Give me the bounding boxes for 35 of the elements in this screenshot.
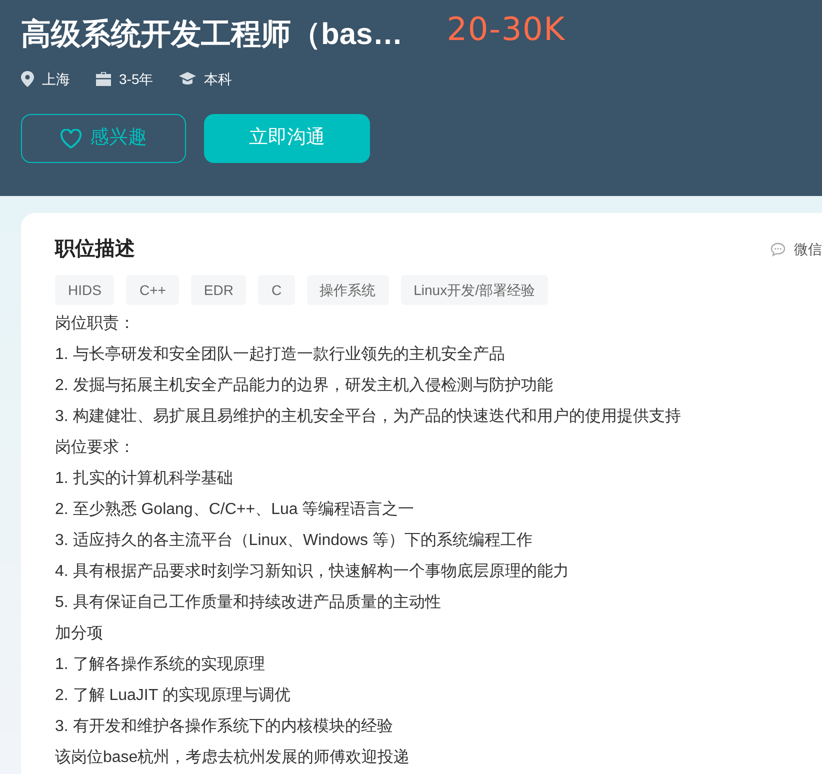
- description-line: 2. 至少熟悉 Golang、C/C++、Lua 等编程语言之一: [55, 500, 414, 520]
- description-line: 3. 有开发和维护各操作系统下的内核模块的经验: [55, 716, 393, 737]
- description-line: 1. 了解各操作系统的实现原理: [55, 654, 265, 675]
- interest-button[interactable]: 感兴趣: [21, 114, 186, 163]
- skill-tag: HIDS: [55, 275, 114, 305]
- description-line: 3. 适应持久的各主流平台（Linux、Windows 等）下的系统编程工作: [55, 530, 532, 551]
- description-line: 5. 具有保证自己工作质量和持续改进产品质量的主动性: [55, 592, 441, 613]
- description-line: 岗位职责：: [55, 314, 135, 334]
- skill-tag: 操作系统: [306, 275, 389, 305]
- job-meta-text: 上海: [42, 70, 70, 88]
- description-line: 1. 与长亭研发和安全团队一起打造一款行业领先的主机安全产品: [55, 344, 505, 365]
- job-title: 高级系统开发工程师（bas…: [21, 16, 403, 53]
- chat-button[interactable]: 立即沟通: [204, 114, 370, 163]
- description-line: 3. 构建健壮、易扩展且易维护的主机安全平台，为产品的快速迭代和用户的使用提供支持: [55, 406, 681, 427]
- share-link[interactable]: 微信: [794, 238, 822, 260]
- description-line: 2. 发掘与拓展主机安全产品能力的边界，研发主机入侵检测与防护功能: [55, 376, 553, 396]
- job-meta-text: 3-5年: [119, 70, 154, 88]
- description-line: 2. 了解 LuaJIT 的实现原理与调优: [55, 686, 290, 706]
- skill-tag: Linux开发/部署经验: [400, 275, 548, 305]
- briefcase-icon: [96, 72, 111, 86]
- description-line: 1. 扎实的计算机科学基础: [55, 468, 233, 489]
- skill-tag: C: [258, 275, 295, 305]
- description-line: 岗位要求：: [55, 438, 135, 458]
- description-line: 4. 具有根据产品要求时刻学习新知识，快速解构一个事物底层原理的能力: [55, 562, 569, 582]
- chat-bubble-icon: [770, 242, 786, 256]
- description-line: 该岗位base杭州，考虑去杭州发展的师傅欢迎投递: [55, 748, 410, 768]
- salary: 20-30K: [446, 14, 566, 44]
- skill-tag: C++: [126, 275, 179, 305]
- heart-icon: [60, 128, 82, 148]
- description-line: 加分项: [55, 624, 103, 644]
- section-heading: 职位描述: [55, 237, 135, 262]
- skill-tag: EDR: [190, 275, 246, 305]
- graduation-cap-icon: [179, 72, 196, 86]
- location-pin-icon: [21, 71, 34, 87]
- job-meta-text: 本科: [204, 70, 232, 88]
